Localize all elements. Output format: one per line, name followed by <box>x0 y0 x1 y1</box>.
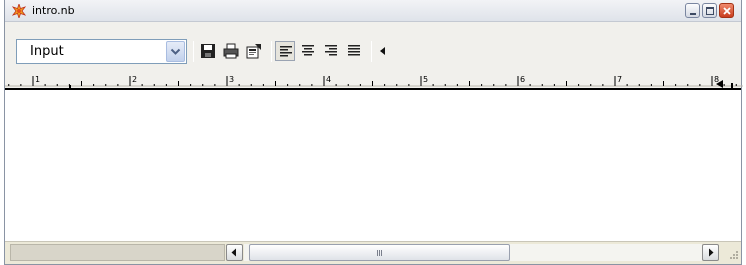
align-right-button[interactable] <box>321 41 341 61</box>
title-bar[interactable]: intro.nb <box>5 0 741 22</box>
chevron-down-icon[interactable] <box>166 41 185 62</box>
resize-grip-icon[interactable] <box>727 248 739 260</box>
properties-icon <box>246 44 261 59</box>
mathematica-star-icon <box>11 2 27 20</box>
minimize-icon <box>690 13 696 15</box>
ruler-label: 4 <box>326 75 331 84</box>
ruler-label: 8 <box>714 75 719 84</box>
print-button[interactable] <box>221 41 241 61</box>
justify-icon <box>348 45 360 56</box>
ruler-label: 1 <box>35 75 40 84</box>
ruler[interactable]: 1 2 3 4 5 6 7 8 <box>5 66 743 90</box>
close-icon <box>723 7 731 15</box>
status-area <box>10 244 225 261</box>
justify-button[interactable] <box>344 41 364 61</box>
toolbar-divider <box>193 41 194 62</box>
ruler-label: 2 <box>132 75 137 84</box>
properties-button[interactable] <box>244 41 264 61</box>
ruler-label: 7 <box>617 75 622 84</box>
floppy-disk-icon <box>201 44 215 58</box>
scroll-left-button[interactable] <box>226 244 243 261</box>
triangle-left-icon <box>380 47 385 55</box>
style-select-value: Input <box>30 44 64 59</box>
scrollbar-thumb[interactable] <box>249 244 510 261</box>
arrow-right-icon <box>709 248 714 257</box>
grip-lines-icon <box>377 250 382 256</box>
collapse-button[interactable] <box>374 41 394 61</box>
notebook-window: intro.nb Input 1 2 3 4 5 6 7 8 <box>4 0 743 265</box>
toolbar-divider <box>371 41 372 62</box>
ruler-scale: 1 2 3 4 5 6 7 8 <box>5 75 743 90</box>
close-button[interactable] <box>719 3 734 18</box>
printer-icon <box>223 43 239 59</box>
window-title: intro.nb <box>32 4 75 17</box>
toolbar-divider <box>271 41 272 62</box>
arrow-left-icon <box>231 248 236 257</box>
align-center-button[interactable] <box>298 41 318 61</box>
align-left-button[interactable] <box>275 41 295 61</box>
horizontal-scrollbar[interactable] <box>5 241 741 263</box>
ruler-label: 3 <box>229 75 234 84</box>
ruler-label: 5 <box>423 75 428 84</box>
maximize-icon <box>706 7 714 15</box>
align-center-icon <box>302 45 314 56</box>
align-right-icon <box>325 45 337 56</box>
style-select[interactable]: Input <box>16 39 187 64</box>
align-left-icon <box>280 46 292 57</box>
notebook-content[interactable] <box>5 90 741 241</box>
save-button[interactable] <box>198 41 218 61</box>
scroll-right-button[interactable] <box>702 244 719 261</box>
minimize-button[interactable] <box>685 3 700 18</box>
maximize-button[interactable] <box>702 3 717 18</box>
ruler-label: 6 <box>520 75 525 84</box>
